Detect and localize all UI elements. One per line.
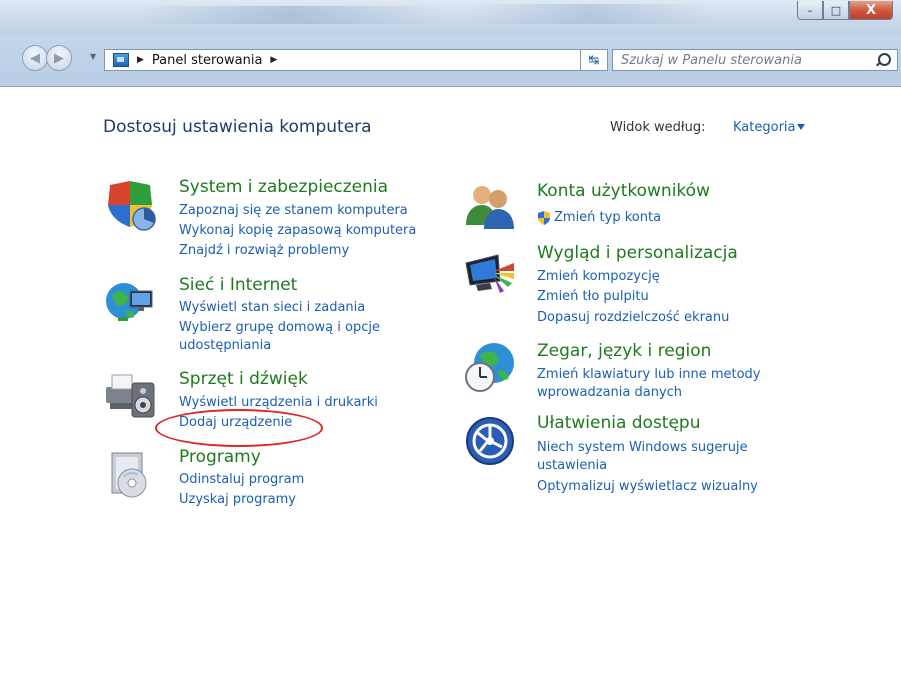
link-get-programs[interactable]: Uzyskaj programy	[179, 491, 296, 509]
forward-arrow-icon: ▶	[54, 50, 64, 66]
link-network-status[interactable]: Wyświetl stan sieci i zadania	[179, 299, 365, 317]
monitor-palette-icon[interactable]	[464, 249, 516, 301]
annotation-red-ellipse	[155, 409, 323, 447]
link-change-keyboards[interactable]: Zmień klawiatury lub inne metody	[537, 366, 761, 384]
link-change-account-type[interactable]: Zmień typ konta	[554, 209, 661, 227]
page-title: Dostosuj ustawienia komputera	[103, 117, 372, 137]
title-bar: – □ X	[0, 0, 901, 36]
navigation-bar: ◀ ▶ ▼ ▶ Panel sterowania ▶ ▼ ↹ Szukaj w …	[0, 36, 901, 87]
link-optimize-visual-display[interactable]: Optymalizuj wyświetlacz wizualny	[537, 478, 758, 496]
shield-pie-icon[interactable]	[104, 179, 156, 231]
chevron-down-icon[interactable]	[797, 124, 805, 130]
printer-speaker-icon[interactable]	[104, 369, 156, 421]
content-area: Dostosuj ustawienia komputera Widok wedł…	[0, 87, 901, 697]
link-homegroup-options[interactable]: Wybierz grupę domową i opcje	[179, 319, 380, 337]
view-by-dropdown[interactable]: Kategoria	[733, 120, 796, 135]
breadcrumb-chevron-icon[interactable]: ▶	[137, 55, 144, 65]
link-backup-computer[interactable]: Wykonaj kopię zapasową komputera	[179, 222, 416, 240]
globe-clock-icon[interactable]	[464, 341, 516, 393]
minimize-button[interactable]: –	[797, 1, 823, 20]
breadcrumb-chevron-icon[interactable]: ▶	[270, 55, 277, 65]
refresh-button[interactable]: ↹	[580, 49, 608, 71]
users-icon[interactable]	[464, 179, 516, 231]
search-box[interactable]: Szukaj w Panelu sterowania	[612, 49, 898, 71]
link-adjust-resolution[interactable]: Dopasuj rozdzielczość ekranu	[537, 309, 729, 327]
control-panel-icon	[113, 53, 129, 67]
category-title-network-internet[interactable]: Sieć i Internet	[179, 275, 297, 295]
breadcrumb-control-panel[interactable]: Panel sterowania	[152, 53, 263, 68]
back-button[interactable]: ◀	[22, 45, 48, 71]
network-globe-icon[interactable]	[104, 277, 156, 329]
programs-disc-icon[interactable]	[104, 449, 156, 501]
search-input[interactable]: Szukaj w Panelu sterowania	[621, 53, 802, 68]
refresh-icon: ↹	[588, 52, 600, 68]
category-title-user-accounts[interactable]: Konta użytkowników	[537, 181, 710, 201]
address-bar[interactable]: ▶ Panel sterowania ▶ ▼	[104, 49, 598, 71]
maximize-button[interactable]: □	[823, 1, 849, 20]
link-sharing[interactable]: udostępniania	[179, 337, 271, 355]
link-troubleshoot[interactable]: Znajdź i rozwiąż problemy	[179, 242, 349, 260]
window-controls: – □ X	[797, 1, 893, 22]
view-by-label: Widok według:	[610, 120, 706, 135]
search-icon[interactable]	[878, 53, 891, 66]
link-change-theme[interactable]: Zmień kompozycję	[537, 268, 660, 286]
link-change-desktop-background[interactable]: Zmień tło pulpitu	[537, 288, 649, 306]
back-arrow-icon: ◀	[30, 50, 40, 66]
control-panel-window: – □ X ◀ ▶ ▼ ▶ Panel sterowania ▶ ▼ ↹ Szu…	[0, 0, 901, 697]
link-input-methods[interactable]: wprowadzania danych	[537, 384, 682, 402]
category-title-system-security[interactable]: System i zabezpieczenia	[179, 177, 388, 197]
link-windows-suggest-settings[interactable]: Niech system Windows sugeruje	[537, 439, 748, 457]
uac-shield-icon	[538, 211, 550, 225]
category-title-ease-of-access[interactable]: Ułatwienia dostępu	[537, 413, 701, 433]
close-button[interactable]: X	[849, 1, 893, 20]
category-title-clock-language-region[interactable]: Zegar, język i region	[537, 341, 711, 361]
category-title-appearance[interactable]: Wygląd i personalizacja	[537, 243, 738, 263]
accessibility-icon[interactable]	[464, 415, 516, 467]
link-check-computer-status[interactable]: Zapoznaj się ze stanem komputera	[179, 202, 408, 220]
forward-button[interactable]: ▶	[46, 45, 72, 71]
link-uninstall-program[interactable]: Odinstaluj program	[179, 471, 304, 489]
category-title-hardware-sound[interactable]: Sprzęt i dźwięk	[179, 369, 308, 389]
link-settings[interactable]: ustawienia	[537, 457, 607, 475]
category-title-programs[interactable]: Programy	[179, 447, 261, 467]
recent-pages-dropdown[interactable]: ▼	[90, 52, 96, 61]
